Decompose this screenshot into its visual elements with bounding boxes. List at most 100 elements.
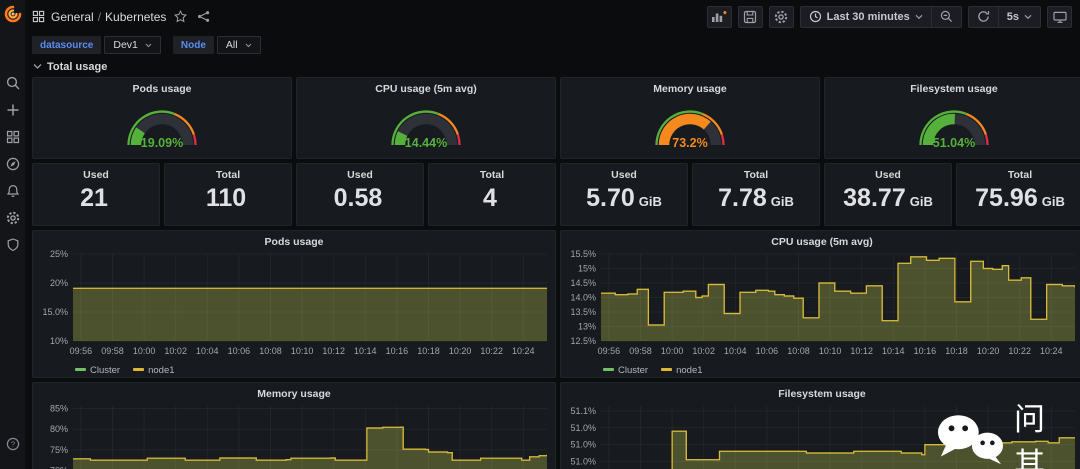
legend-item[interactable]: Cluster (603, 365, 648, 376)
svg-text:10:14: 10:14 (882, 346, 905, 356)
add-panel-icon[interactable] (707, 6, 732, 28)
create-plus-icon[interactable] (0, 96, 25, 123)
svg-text:10:20: 10:20 (977, 346, 1000, 356)
variable-node: Node All (173, 36, 261, 54)
svg-text:10:02: 10:02 (164, 346, 187, 356)
dashboard-grid: Pods usage 19.09% CPU usage (5m avg) 14.… (25, 77, 1080, 469)
explore-compass-icon[interactable] (0, 150, 25, 177)
stat-row: Used21 Total110 Used0.58 Total4 Used5.70… (32, 163, 1080, 226)
svg-text:10:24: 10:24 (512, 346, 535, 356)
save-dashboard-icon[interactable] (738, 6, 763, 28)
panel-title[interactable]: CPU usage (5m avg) (561, 231, 1080, 248)
cpu-usage-gauge: 14.44% (297, 94, 555, 153)
alerting-bell-icon[interactable] (0, 177, 25, 204)
stat-value: 4 (429, 181, 555, 225)
time-controls: Last 30 minutes (800, 6, 962, 28)
svg-text:10:08: 10:08 (787, 346, 810, 356)
variable-node-select[interactable]: All (217, 36, 261, 54)
variable-datasource-label: datasource (32, 36, 101, 54)
svg-text:10:04: 10:04 (724, 346, 747, 356)
chevron-down-icon (915, 14, 923, 20)
panel-title[interactable]: CPU usage (5m avg) (297, 78, 555, 95)
panel-title[interactable]: Pods usage (33, 231, 555, 248)
svg-text:10:18: 10:18 (945, 346, 968, 356)
memory-usage-chart[interactable]: 85%80%75%70%09:5609:5810:0010:0210:0410:… (33, 400, 555, 469)
chart-row-2: Memory usage 85%80%75%70%09:5609:5810:00… (32, 382, 1080, 469)
chart-row-1: Pods usage 25%20%15.0%10%09:5609:5810:00… (32, 230, 1080, 378)
svg-text:10:18: 10:18 (417, 346, 440, 356)
panel-pods-used-stat: Used21 (32, 163, 160, 226)
panel-memory-usage-gauge: Memory usage 73.2% (560, 77, 820, 159)
panel-title[interactable]: Filesystem usage (825, 78, 1080, 95)
svg-text:20%: 20% (50, 278, 68, 288)
zoom-out-icon[interactable] (932, 6, 962, 28)
chevron-down-icon (33, 63, 42, 70)
legend-item[interactable]: Cluster (75, 365, 120, 376)
svg-text:10:12: 10:12 (850, 346, 873, 356)
panel-title[interactable]: Total (693, 164, 819, 181)
panel-title[interactable]: Used (297, 164, 423, 181)
breadcrumb-separator: / (98, 10, 101, 24)
chevron-down-icon (1024, 14, 1032, 20)
breadcrumb-folder[interactable]: General (51, 10, 94, 24)
panel-title[interactable]: Used (33, 164, 159, 181)
share-icon[interactable] (195, 8, 212, 25)
panel-memory-used-stat: Used5.70GiB (560, 163, 688, 226)
refresh-interval-picker[interactable]: 5s (999, 6, 1041, 28)
stat-value: 5.70GiB (561, 181, 687, 225)
pods-usage-chart[interactable]: 25%20%15.0%10%09:5609:5810:0010:0210:041… (33, 248, 555, 363)
panel-title[interactable]: Total (957, 164, 1080, 181)
tv-kiosk-mode-icon[interactable] (1047, 6, 1072, 28)
panel-filesystem-used-stat: Used38.77GiB (824, 163, 952, 226)
dashboards-grid-icon[interactable] (0, 123, 25, 150)
time-range-picker[interactable]: Last 30 minutes (800, 6, 932, 28)
panel-title[interactable]: Total (429, 164, 555, 181)
stat-value: 38.77GiB (825, 181, 951, 225)
filesystem-usage-gauge: 51.04% (825, 94, 1080, 153)
breadcrumb-title[interactable]: Kubernetes (105, 10, 166, 24)
time-range-label: Last 30 minutes (827, 11, 910, 23)
configuration-gear-icon[interactable] (0, 204, 25, 231)
svg-text:12.5%: 12.5% (570, 336, 596, 346)
grafana-logo-icon[interactable] (4, 5, 22, 28)
svg-text:09:58: 09:58 (629, 346, 652, 356)
dashboard-settings-gear-icon[interactable] (769, 6, 794, 28)
variable-datasource-select[interactable]: Dev1 (104, 36, 161, 54)
stat-value: 110 (165, 181, 291, 225)
refresh-interval-label: 5s (1007, 11, 1019, 23)
legend-item[interactable]: node1 (133, 365, 174, 376)
server-admin-shield-icon[interactable] (0, 231, 25, 258)
search-icon[interactable] (0, 69, 25, 96)
svg-text:10:10: 10:10 (819, 346, 842, 356)
svg-text:75%: 75% (50, 445, 68, 455)
panel-title[interactable]: Used (825, 164, 951, 181)
refresh-icon[interactable] (968, 6, 999, 28)
panel-title[interactable]: Total (165, 164, 291, 181)
sidebar: ? (0, 0, 25, 469)
row-total-usage[interactable]: Total usage (25, 56, 1080, 77)
star-icon[interactable] (172, 8, 189, 25)
panel-pods-usage-chart: Pods usage 25%20%15.0%10%09:5609:5810:00… (32, 230, 556, 378)
panel-memory-usage-chart: Memory usage 85%80%75%70%09:5609:5810:00… (32, 382, 556, 469)
panel-title[interactable]: Memory usage (33, 383, 555, 400)
panel-title[interactable]: Pods usage (33, 78, 291, 95)
legend-item[interactable]: node1 (661, 365, 702, 376)
panel-title[interactable]: Memory usage (561, 78, 819, 95)
gauge-row: Pods usage 19.09% CPU usage (5m avg) 14.… (32, 77, 1080, 159)
panel-pods-total-stat: Total110 (164, 163, 292, 226)
help-icon[interactable]: ? (0, 430, 25, 457)
svg-text:10:10: 10:10 (291, 346, 314, 356)
dashboard-grid-icon (32, 10, 45, 23)
svg-text:51.04%: 51.04% (933, 136, 975, 150)
svg-text:51.0%: 51.0% (570, 440, 596, 450)
panel-title[interactable]: Used (561, 164, 687, 181)
svg-text:10:20: 10:20 (449, 346, 472, 356)
svg-text:10:08: 10:08 (259, 346, 282, 356)
panel-memory-total-stat: Total7.78GiB (692, 163, 820, 226)
wechat-icon (936, 413, 1006, 465)
svg-text:15.5%: 15.5% (570, 249, 596, 259)
svg-text:10:22: 10:22 (1008, 346, 1031, 356)
svg-text:10%: 10% (50, 336, 68, 346)
panel-filesystem-usage-gauge: Filesystem usage 51.04% (824, 77, 1080, 159)
cpu-usage-chart[interactable]: 15.5%15%14.5%14.0%13.5%13%12.5%09:5609:5… (561, 248, 1080, 363)
